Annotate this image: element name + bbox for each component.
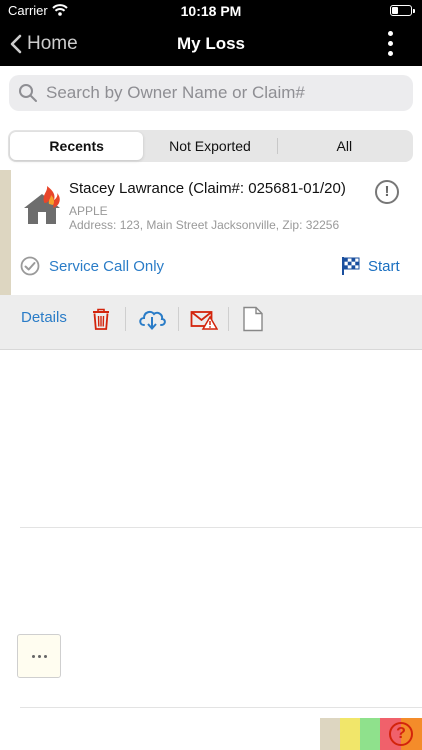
claim-card[interactable]: Stacey Lawrance (Claim#: 025681-01/20) !…	[0, 170, 422, 295]
checkered-flag-icon	[342, 257, 360, 275]
service-call-label: Service Call Only	[49, 258, 165, 275]
legend-swatch	[340, 718, 360, 750]
battery-icon	[390, 5, 415, 16]
tab-not-exported[interactable]: Not Exported	[143, 132, 276, 160]
claim-actions-bar: Details	[0, 295, 422, 350]
action-separator	[178, 307, 179, 331]
clock: 10:18 PM	[180, 3, 242, 19]
search-icon	[19, 84, 37, 102]
action-separator	[228, 307, 229, 331]
start-button[interactable]: Start	[341, 256, 400, 276]
claim-title: Stacey Lawrance (Claim#: 025681-01/20)	[69, 180, 346, 197]
mail-alert-icon[interactable]	[190, 306, 218, 332]
tab-recents[interactable]: Recents	[10, 132, 144, 160]
filter-segmented-control: Recents Not Exported All	[8, 130, 413, 162]
status-color-strip	[0, 170, 11, 295]
search-area	[0, 66, 422, 122]
house-fire-icon	[24, 186, 60, 224]
alert-icon[interactable]: !	[375, 180, 399, 204]
claim-company: APPLE	[69, 204, 108, 218]
cloud-download-icon[interactable]	[137, 306, 167, 332]
action-separator	[125, 307, 126, 331]
details-button[interactable]: Details	[21, 309, 67, 326]
back-button[interactable]: Home	[10, 30, 78, 58]
search-input[interactable]	[44, 82, 398, 104]
check-circle-icon	[20, 256, 40, 276]
chevron-left-icon	[10, 34, 22, 54]
claim-address: Address: 123, Main Street Jacksonville, …	[69, 218, 340, 232]
back-label: Home	[27, 33, 78, 54]
more-options-button[interactable]	[17, 634, 61, 678]
more-vertical-icon[interactable]	[380, 28, 400, 58]
nav-bar: Home My Loss	[0, 22, 422, 66]
tab-all[interactable]: All	[278, 132, 411, 160]
help-icon[interactable]: ?	[389, 722, 413, 746]
list-divider	[20, 527, 422, 528]
list-divider	[20, 707, 422, 708]
start-label: Start	[368, 257, 400, 275]
legend-swatch	[360, 718, 380, 750]
status-bar: Carrier 10:18 PM	[0, 0, 422, 22]
search-bar	[9, 75, 413, 111]
document-icon[interactable]	[242, 306, 264, 332]
trash-icon[interactable]	[88, 306, 114, 332]
legend-swatch	[320, 718, 340, 750]
